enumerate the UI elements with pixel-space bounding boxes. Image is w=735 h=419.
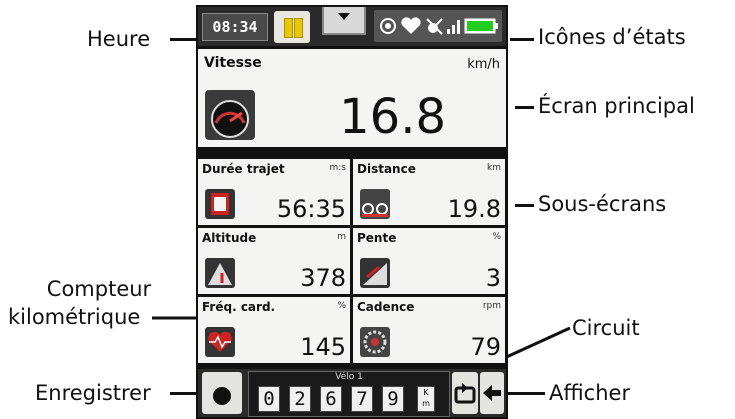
odometer-digit: 2 (289, 386, 311, 412)
sub-screen-unit: rpm (482, 301, 501, 311)
leader-line-sous-ecrans (515, 204, 534, 207)
sub-screen-label: Fréq. card. (202, 300, 276, 314)
circuit-button[interactable] (452, 372, 478, 414)
leader-line-afficher (508, 392, 545, 395)
slope-icon (360, 258, 390, 288)
timer-icon (205, 189, 235, 219)
sub-screen-value: 3 (485, 264, 501, 292)
sub-screen-value: 56:35 (276, 195, 346, 223)
sub-screen-altitude[interactable]: Altitude m 378 (198, 228, 350, 294)
heart-icon (401, 17, 421, 34)
sub-screen-unit: m (337, 232, 346, 242)
odometer-digit: 9 (382, 386, 404, 412)
dropdown-toggle[interactable] (322, 7, 366, 35)
pause-button[interactable] (274, 11, 310, 43)
sub-screen-unit: km (487, 163, 501, 173)
odometer-digit: 6 (320, 386, 342, 412)
leader-line-icones (510, 38, 534, 41)
main-value: 16.8 (339, 89, 446, 145)
odometer-digit: 7 (351, 386, 373, 412)
leader-line-ecran-principal (515, 106, 534, 109)
sub-screen-value: 145 (300, 333, 346, 361)
odometer-label: Vélo 1 (335, 372, 363, 382)
callout-enregistrer: Enregistrer (35, 381, 151, 405)
odometer-unit: K m (417, 386, 435, 412)
pause-bar-right (294, 18, 303, 38)
crank-icon (360, 327, 390, 357)
arrow-left-icon (483, 385, 501, 401)
speedometer-icon (205, 90, 255, 140)
sub-screen-label: Distance (357, 162, 416, 176)
status-bar: 08:34 (198, 7, 506, 46)
callout-afficher: Afficher (549, 381, 631, 405)
mountain-icon (205, 258, 235, 288)
main-screen[interactable]: Vitesse km/h 16.8 (198, 49, 506, 147)
sub-screen-value: 378 (300, 264, 346, 292)
odometer-unit-bottom: m (422, 399, 430, 408)
sub-screen-label: Pente (357, 231, 397, 245)
sub-screen-unit: % (337, 301, 346, 311)
odometer[interactable]: Vélo 1 0 2 6 7 9 K m (248, 371, 450, 417)
sub-screen-freq-card[interactable]: Fréq. card. % 145 (198, 297, 350, 363)
record-button[interactable] (202, 372, 242, 414)
odometer-unit-top: K (423, 388, 429, 397)
callout-heure: Heure (87, 27, 151, 51)
sub-screen-unit: % (492, 232, 501, 242)
sub-screen-duree[interactable]: Durée trajet m:s 56:35 (198, 159, 350, 225)
cyclist-icon (360, 189, 390, 219)
callout-compteur-line1: Compteur (46, 277, 152, 301)
main-unit: km/h (467, 57, 500, 72)
callout-ecran-principal: Écran principal (538, 94, 695, 118)
signal-icon (447, 20, 460, 34)
display-button[interactable] (480, 372, 504, 414)
sub-screen-value: 19.8 (447, 195, 501, 223)
callout-circuit: Circuit (572, 316, 640, 340)
sub-screen-distance[interactable]: Distance km 19.8 (353, 159, 505, 225)
sub-screen-cadence[interactable]: Cadence rpm 79 (353, 297, 505, 363)
callout-icones-etats: Icônes d’états (538, 25, 686, 49)
chevron-down-icon (338, 13, 350, 20)
main-label: Vitesse (204, 55, 262, 71)
clock-display[interactable]: 08:34 (202, 13, 268, 41)
sub-screen-unit: m:s (329, 163, 347, 173)
pause-bar-left (284, 18, 293, 38)
odometer-digit: 0 (258, 386, 280, 412)
heart-rate-icon (205, 327, 235, 357)
sub-screen-value: 79 (470, 333, 501, 361)
no-gps-icon (426, 18, 443, 35)
callout-compteur-line2: kilométrique (8, 305, 141, 329)
loop-icon (454, 383, 476, 404)
sub-screen-pente[interactable]: Pente % 3 (353, 228, 505, 294)
target-icon (380, 18, 396, 34)
leader-line-heure (170, 38, 197, 41)
battery-icon (464, 18, 498, 34)
status-icons (374, 10, 502, 42)
device-screen: 08:34 Vitesse km/h 16.8 Durée trajet m:s… (196, 5, 508, 419)
sub-screen-label: Durée trajet (202, 162, 285, 176)
bottom-bar: Vélo 1 0 2 6 7 9 K m (198, 369, 506, 417)
sub-screen-label: Cadence (357, 300, 415, 314)
callout-sous-ecrans: Sous-écrans (538, 192, 667, 216)
sub-screen-label: Altitude (202, 231, 257, 245)
record-icon (213, 387, 231, 405)
